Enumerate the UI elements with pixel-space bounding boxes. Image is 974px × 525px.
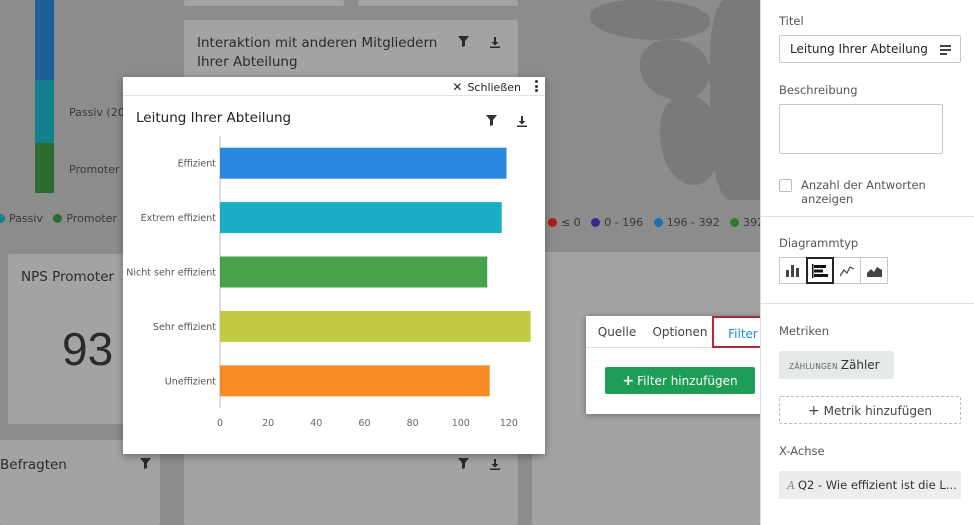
legend-dot-passiv bbox=[0, 214, 5, 223]
category-label: Effizient bbox=[178, 159, 217, 170]
x-tick-label: 60 bbox=[358, 418, 370, 429]
modal-title: Leitung Ihrer Abteilung bbox=[136, 110, 292, 126]
funnel-icon[interactable] bbox=[486, 111, 497, 130]
map-land-east bbox=[710, 0, 760, 200]
bar-chart-icon[interactable] bbox=[779, 257, 807, 284]
close-button[interactable]: ✕ Schließen bbox=[452, 80, 521, 94]
line-chart-icon[interactable] bbox=[833, 257, 861, 284]
legend-left: Passiv Promoter bbox=[0, 212, 117, 225]
map-land-central bbox=[640, 40, 710, 100]
chart-type-label: Diagrammtyp bbox=[779, 236, 859, 250]
x-tick-label: 100 bbox=[452, 418, 470, 429]
text-field-icon: A bbox=[787, 479, 795, 492]
metrics-label: Metriken bbox=[779, 324, 830, 338]
xaxis-label: X-Achse bbox=[779, 444, 825, 458]
map-legend-label-3: 392 - 58 bbox=[743, 216, 760, 229]
befragten-title: Befragten bbox=[0, 457, 67, 473]
bg-card-interaktion-title: Interaktion mit anderen Mitgliedern Ihre… bbox=[197, 35, 438, 70]
bar-4 bbox=[220, 365, 490, 397]
plus-icon: + bbox=[808, 403, 820, 419]
close-icon: ✕ bbox=[452, 80, 463, 94]
title-input-value: Leitung Ihrer Abteilung bbox=[790, 42, 928, 56]
map-legend-label-2: 196 - 392 bbox=[666, 216, 720, 229]
metric-prefix: ZÄHLUNGEN bbox=[789, 362, 838, 371]
x-tick-label: 40 bbox=[310, 418, 322, 429]
x-tick-label: 0 bbox=[217, 418, 223, 429]
area-chart-icon[interactable] bbox=[860, 257, 888, 284]
category-label: Extrem effizient bbox=[141, 213, 217, 224]
show-count-label: Anzahl der Antworten anzeigen bbox=[801, 178, 926, 206]
nps-value: 93 bbox=[62, 323, 114, 375]
close-label: Schließen bbox=[467, 80, 521, 94]
panel-divider bbox=[761, 303, 974, 304]
chart-type-selector bbox=[779, 257, 888, 284]
map-legend: ≤ 0 0 - 196 196 - 392 392 - 58 bbox=[548, 216, 760, 229]
download-icon[interactable] bbox=[490, 459, 500, 473]
config-popover: Quelle Optionen Filter + Filter hinzufüge… bbox=[586, 316, 774, 414]
bar-2 bbox=[220, 256, 488, 288]
popover-tabs: Quelle Optionen Filter bbox=[586, 316, 774, 348]
xaxis-chip[interactable]: A Q2 - Wie effizient ist die L... bbox=[779, 471, 961, 499]
category-label: Sehr effizient bbox=[153, 322, 216, 333]
map-legend-dot-1 bbox=[591, 218, 601, 227]
plus-icon: + bbox=[622, 373, 635, 389]
horizontal-bar-chart-icon[interactable] bbox=[806, 257, 834, 284]
chart-modal: ✕ Schließen Leitung Ihrer Abteilung Effi… bbox=[123, 77, 545, 454]
category-label: Nicht sehr effizient bbox=[126, 268, 216, 279]
download-icon[interactable] bbox=[490, 37, 500, 51]
stack-segment-blue bbox=[35, 0, 54, 80]
modal-toolbar: ✕ Schließen bbox=[123, 77, 545, 96]
title-input[interactable]: Leitung Ihrer Abteilung bbox=[779, 35, 961, 63]
legend-dot-promoter bbox=[53, 214, 63, 223]
description-field[interactable] bbox=[779, 104, 943, 154]
bar-0 bbox=[220, 147, 507, 179]
xaxis-value: Q2 - Wie effizient ist die L... bbox=[797, 478, 957, 492]
stack-segment-passiv bbox=[35, 80, 54, 143]
add-metric-label: Metrik hinzufügen bbox=[823, 404, 932, 418]
description-label: Beschreibung bbox=[779, 83, 858, 97]
add-filter-label: Filter hinzufügen bbox=[637, 374, 738, 388]
category-label: Uneffizient bbox=[165, 376, 216, 387]
bg-card-top-a bbox=[184, 0, 344, 6]
more-options-icon[interactable] bbox=[535, 80, 538, 94]
legend-label-promoter: Promoter bbox=[66, 212, 117, 225]
map-legend-label-0: ≤ 0 bbox=[561, 216, 581, 229]
map-legend-dot-0 bbox=[548, 218, 557, 227]
download-icon[interactable] bbox=[517, 112, 527, 131]
settings-panel: Titel Leitung Ihrer Abteilung Beschreibu… bbox=[760, 0, 974, 525]
show-count-checkbox[interactable] bbox=[779, 179, 792, 192]
tab-optionen[interactable]: Optionen bbox=[650, 316, 710, 348]
add-metric-button[interactable]: + Metrik hinzufügen bbox=[779, 396, 961, 424]
bar-chart: Effizient Extrem effizient Nicht sehr effi… bbox=[126, 136, 531, 429]
map-land-north bbox=[590, 0, 710, 40]
funnel-icon[interactable] bbox=[458, 36, 469, 50]
x-tick-label: 20 bbox=[262, 418, 274, 429]
funnel-icon[interactable] bbox=[140, 458, 151, 472]
bar-3 bbox=[220, 310, 531, 342]
panel-divider bbox=[761, 216, 974, 217]
legend-label-passiv: Passiv bbox=[9, 212, 43, 225]
add-filter-button[interactable]: + Filter hinzufügen bbox=[605, 367, 755, 394]
map-legend-label-1: 0 - 196 bbox=[604, 216, 644, 229]
stack-segment-promoter bbox=[35, 143, 54, 193]
tab-quelle[interactable]: Quelle bbox=[592, 316, 642, 348]
map-legend-dot-2 bbox=[653, 218, 663, 227]
bg-card-top-b bbox=[358, 0, 518, 6]
metric-chip[interactable]: ZÄHLUNGEN Zähler bbox=[779, 351, 894, 379]
x-tick-label: 80 bbox=[407, 418, 419, 429]
metric-name: Zähler bbox=[840, 358, 880, 372]
text-format-icon[interactable] bbox=[940, 45, 951, 57]
title-label: Titel bbox=[779, 14, 804, 28]
x-tick-label: 120 bbox=[500, 418, 518, 429]
bar-1 bbox=[220, 202, 502, 234]
map-legend-dot-3 bbox=[730, 218, 740, 227]
funnel-icon[interactable] bbox=[458, 458, 469, 472]
nps-title: NPS Promoter bbox=[21, 269, 115, 285]
